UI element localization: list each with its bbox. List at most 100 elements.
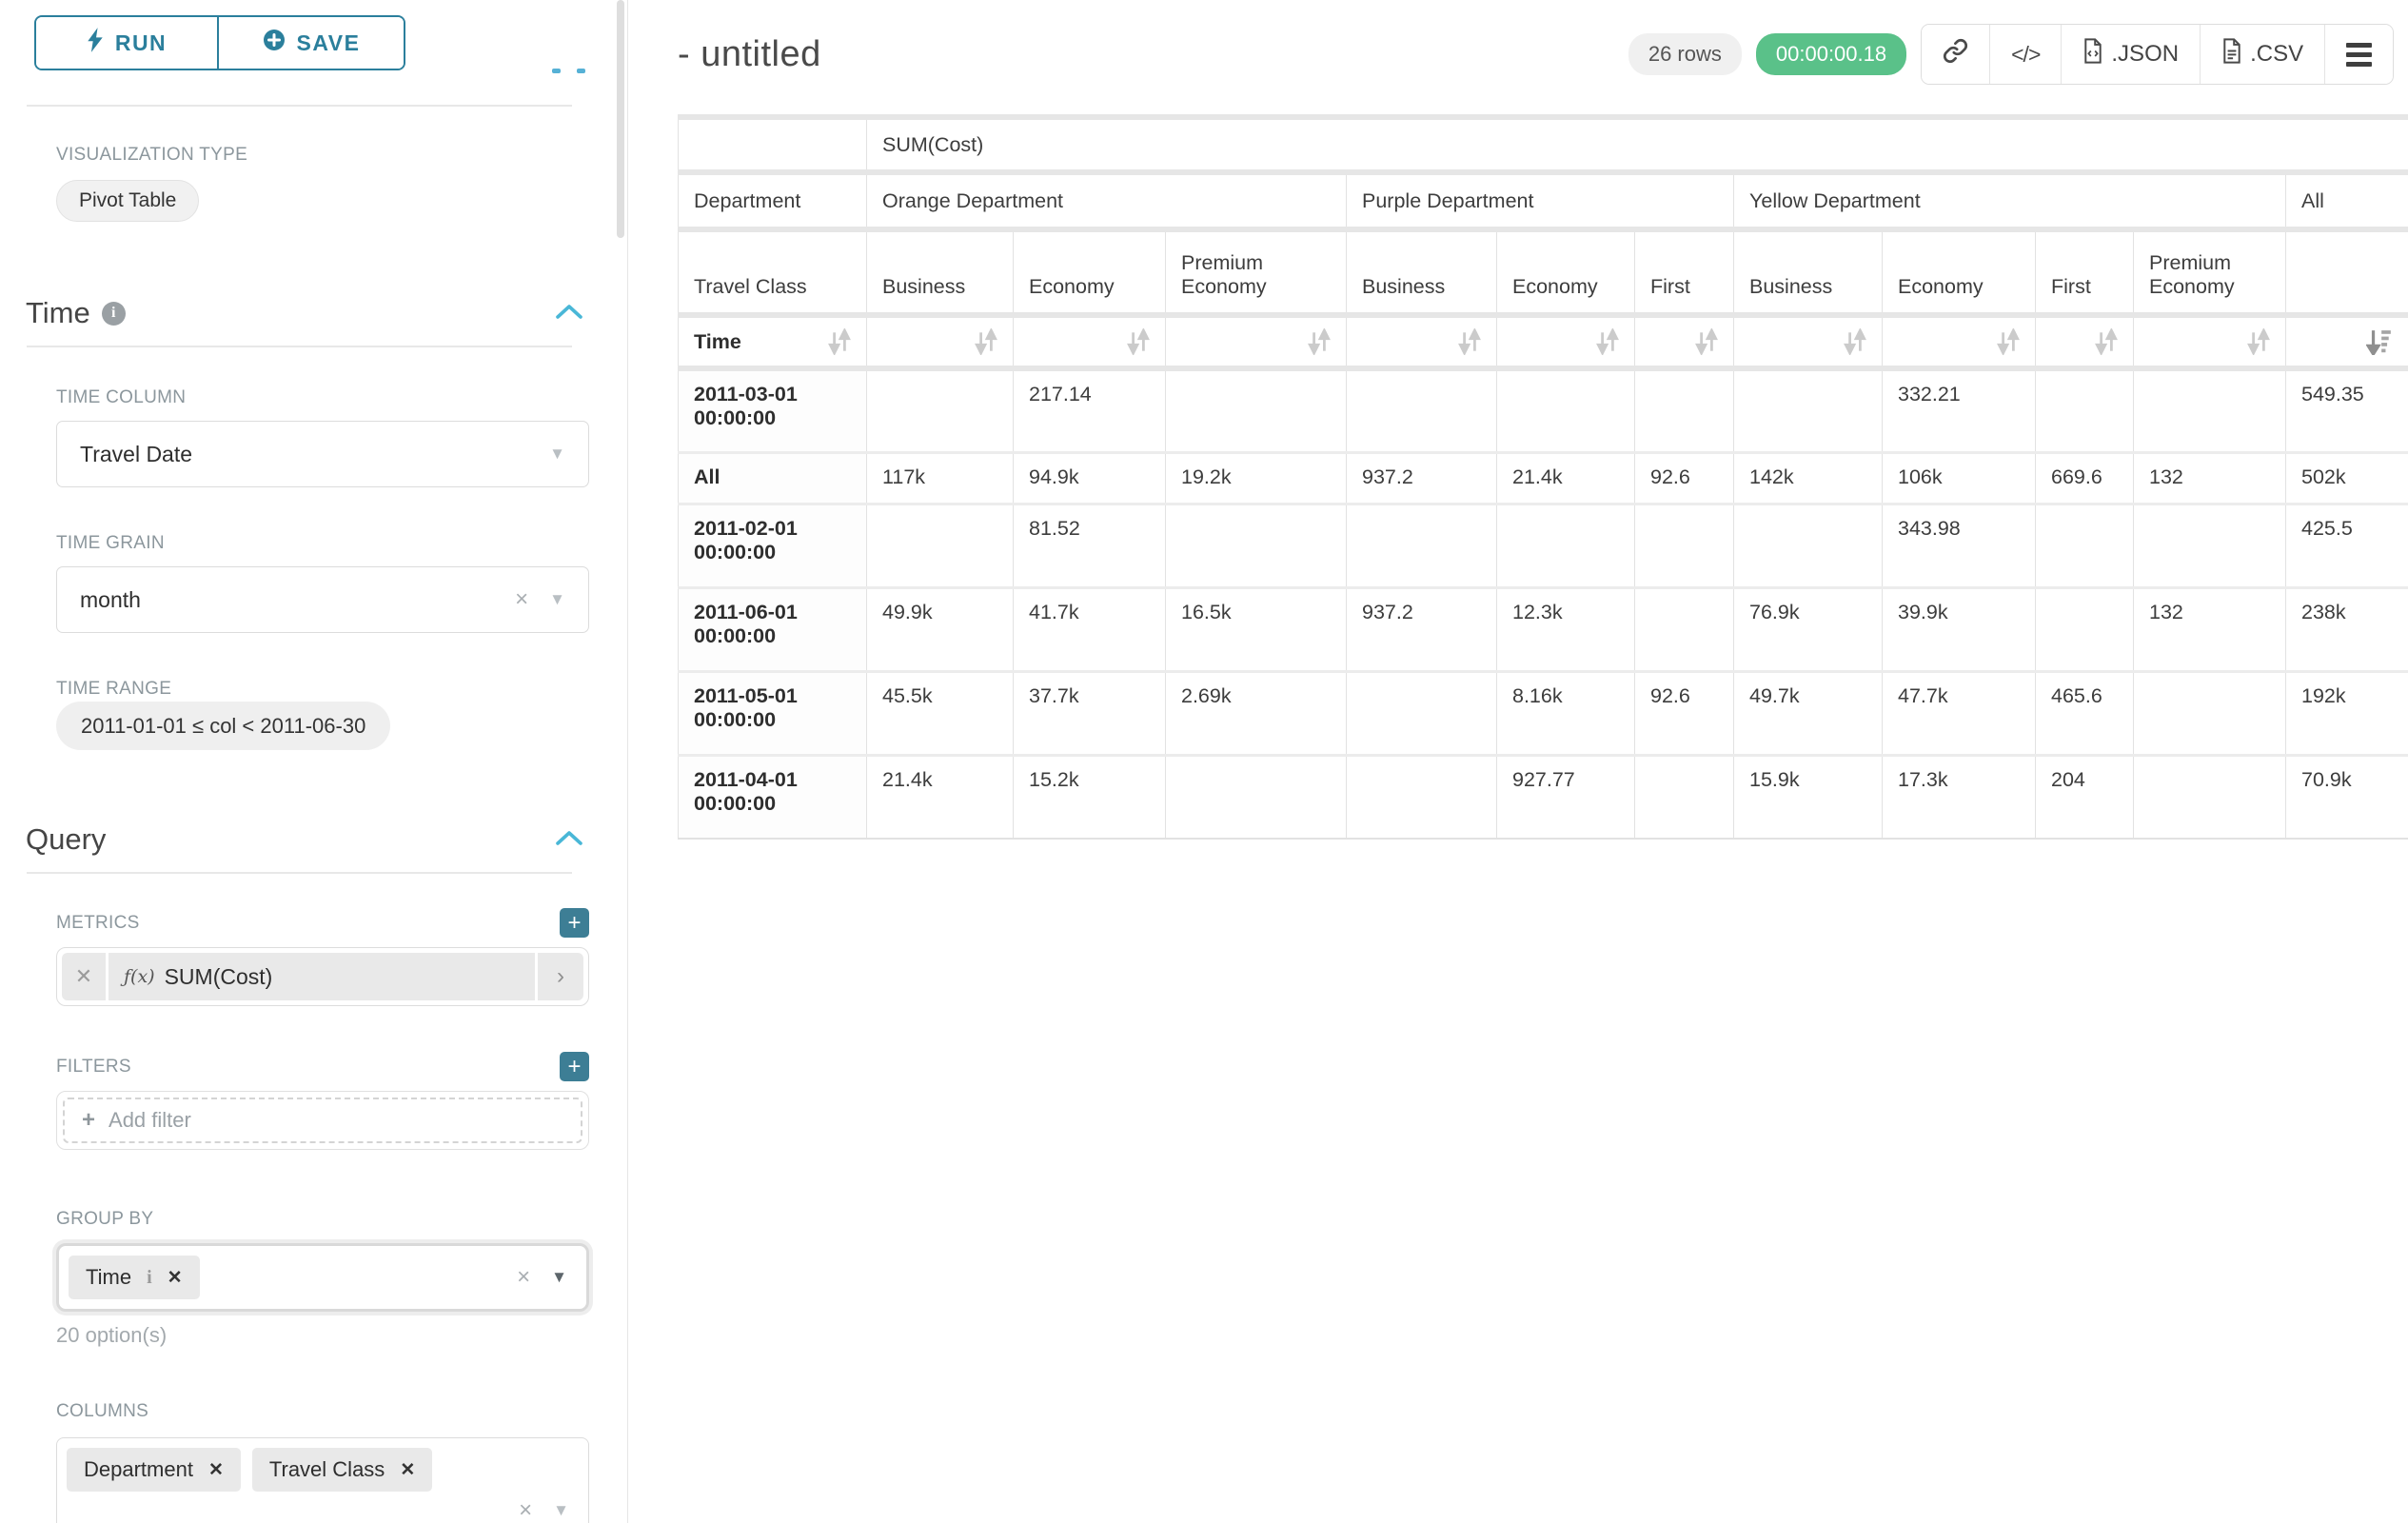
sort-icon[interactable] [2095,329,2118,352]
dimension-chip[interactable]: Department✕ [67,1448,241,1492]
add-filter-dropzone[interactable]: + Add filter [63,1098,582,1143]
filters-label: FILTERS [56,1057,131,1078]
department-dimension-label: Department [679,172,867,229]
chart-header: - untitled 26 rows 00:00:00.18 </> [678,23,2408,86]
dimension-chip[interactable]: Timei✕ [69,1256,200,1299]
function-icon: ƒ(x) [124,966,155,987]
chevron-right-icon[interactable]: › [538,953,583,1000]
group-by-select[interactable]: Timei✕ × ▼ [56,1243,589,1312]
travel-class-header: First [1635,229,1734,315]
file-text-icon [2221,38,2242,70]
export-button-group: </> .JSON .CSV [1921,24,2394,85]
chevron-up-icon[interactable] [555,829,583,851]
value-cell: 21.4k [1497,452,1635,504]
sort-icon[interactable] [1458,329,1481,352]
share-link-button[interactable] [1922,25,1989,84]
chevron-down-icon[interactable]: ▼ [553,1501,569,1520]
row-header: All [679,452,867,504]
sort-desc-icon[interactable] [2366,329,2393,352]
travel-class-header: Premium Economy [1166,229,1347,315]
export-csv-button[interactable]: .CSV [2200,25,2324,84]
value-cell: 49.9k [867,587,1014,671]
row-header: 2011-02-01 00:00:00 [679,504,867,587]
column-sort-header[interactable] [2134,315,2286,368]
add-filter-button[interactable]: + [560,1052,589,1081]
time-column-select[interactable]: Travel Date ▼ [56,421,589,487]
menu-button[interactable] [2324,25,2393,84]
sort-icon[interactable] [975,329,997,352]
add-metric-button[interactable]: + [560,908,589,938]
value-cell [2134,504,2286,587]
column-sort-header[interactable] [1014,315,1166,368]
sort-icon[interactable] [1997,329,2020,352]
chart-title[interactable]: - untitled [678,34,821,75]
travel-class-header: Economy [1497,229,1635,315]
column-sort-header[interactable] [1347,315,1497,368]
travel-class-header: Business [1734,229,1883,315]
save-button[interactable]: SAVE [217,17,404,69]
remove-chip-icon[interactable]: ✕ [400,1459,415,1481]
chevron-down-icon[interactable]: ▼ [551,1268,567,1287]
column-sort-header[interactable] [2036,315,2134,368]
time-grain-select[interactable]: month × ▼ [56,566,589,633]
time-range-pill[interactable]: 2011-01-01 ≤ col < 2011-06-30 [56,702,390,750]
chevron-down-icon: ▼ [549,590,565,609]
value-cell: 76.9k [1734,587,1883,671]
value-cell: 142k [1734,452,1883,504]
sort-icon[interactable] [1596,329,1619,352]
remove-chip-icon[interactable]: ✕ [168,1267,183,1289]
metric-item: ✕ ƒ(x) SUM(Cost) › [56,947,589,1006]
hamburger-icon [2346,43,2372,67]
sort-icon[interactable] [1127,329,1150,352]
column-sort-header[interactable] [1734,315,1883,368]
lightning-bolt-icon [87,28,104,58]
value-cell: 17.3k [1883,755,2036,839]
time-dimension-header[interactable]: Time [679,315,867,368]
columns-select[interactable]: Department✕Travel Class✕ × ▼ [56,1437,589,1523]
remove-chip-icon[interactable]: ✕ [208,1459,224,1481]
dimension-chip[interactable]: Travel Class✕ [252,1448,432,1492]
link-icon [1943,38,1968,70]
group-by-options-hint: 20 option(s) [56,1323,627,1348]
sort-icon[interactable] [828,328,851,355]
sort-icon[interactable] [2247,329,2270,352]
time-grain-value: month [80,587,515,613]
code-icon: </> [2011,42,2040,68]
value-cell: 937.2 [1347,587,1497,671]
sort-icon[interactable] [1308,329,1331,352]
row-header: 2011-03-01 00:00:00 [679,368,867,452]
clear-icon[interactable]: × [517,1264,530,1291]
column-sort-header[interactable] [1635,315,1734,368]
column-sort-header[interactable] [867,315,1014,368]
visualization-type-pill[interactable]: Pivot Table [56,180,199,222]
chevron-up-icon[interactable] [555,303,583,325]
sort-icon[interactable] [1695,329,1718,352]
value-cell: 70.9k [2286,755,2408,839]
view-query-button[interactable]: </> [1989,25,2061,84]
column-sort-header[interactable] [1166,315,1347,368]
value-cell [1347,368,1497,452]
value-cell: 21.4k [867,755,1014,839]
panel-drag-dots [552,69,585,73]
table-row: 2011-04-01 00:00:0021.4k15.2k927.7715.9k… [679,755,2408,839]
metric-header-cell: SUM(Cost) [867,117,2408,172]
column-sort-header[interactable] [1497,315,1635,368]
department-group-header: Orange Department [867,172,1347,229]
clear-icon[interactable]: × [519,1497,532,1523]
value-cell: 92.6 [1635,452,1734,504]
clear-icon[interactable]: × [515,586,528,613]
column-sort-header[interactable] [2286,315,2408,368]
run-button[interactable]: RUN [36,17,217,69]
info-icon[interactable]: i [102,302,126,326]
export-json-button[interactable]: .JSON [2061,25,2200,84]
travel-class-header: Premium Economy [2134,229,2286,315]
file-code-icon [2082,38,2103,70]
add-filter-placeholder: Add filter [109,1108,191,1133]
remove-metric-icon[interactable]: ✕ [62,953,106,1000]
column-sort-header[interactable] [1883,315,2036,368]
time-grain-label: TIME GRAIN [56,533,589,554]
sort-icon[interactable] [1844,329,1866,352]
value-cell: 8.16k [1497,671,1635,755]
superset-explore-view: Chart Type RUN SAVE VISUALIZA [0,0,2408,1523]
metric-pill[interactable]: ƒ(x) SUM(Cost) [109,953,535,1000]
